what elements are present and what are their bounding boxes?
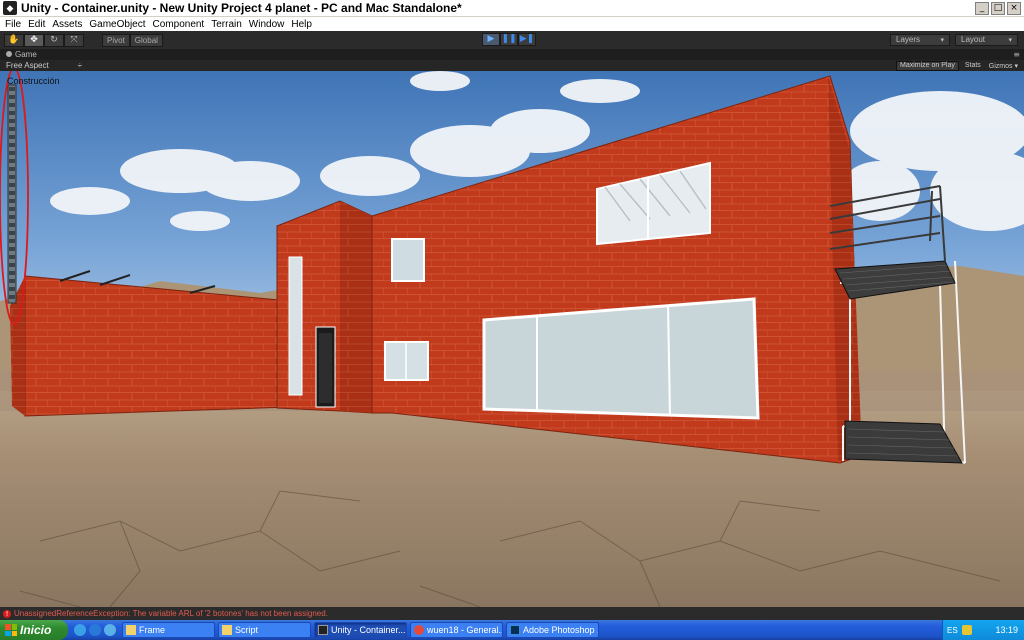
pivot-button[interactable]: Pivot: [102, 33, 130, 47]
menu-edit[interactable]: Edit: [26, 19, 50, 30]
minimize-button[interactable]: _: [975, 1, 989, 15]
window-title-bar: ◆ Unity - Container.unity - New Unity Pr…: [0, 0, 1024, 17]
windows-logo-icon: [5, 624, 17, 636]
quick-launch: [74, 624, 116, 636]
layers-dropdown[interactable]: Layers ▾: [890, 34, 950, 46]
folder-icon: [222, 625, 232, 635]
rotate-icon[interactable]: ↻: [44, 33, 64, 47]
panel-menu-icon[interactable]: ≡: [1013, 50, 1020, 59]
ie-icon[interactable]: [89, 624, 101, 636]
game-panel-controls: Free Aspect ÷ Maximize on Play Stats Giz…: [0, 60, 1024, 71]
task-button-unity[interactable]: Unity - Container....: [314, 622, 407, 638]
photoshop-icon: [510, 625, 520, 635]
language-indicator[interactable]: ES: [947, 626, 958, 635]
start-label: Inicio: [20, 623, 52, 637]
chevron-down-icon: ▾: [940, 36, 944, 44]
menu-component[interactable]: Component: [151, 19, 210, 30]
task-label: Adobe Photoshop ...: [523, 625, 599, 635]
task-button-photoshop[interactable]: Adobe Photoshop ...: [506, 622, 599, 638]
step-icon[interactable]: ▶❚: [518, 33, 536, 46]
play-icon[interactable]: ▶: [482, 33, 500, 46]
gui-label-construccion: Construcción: [7, 76, 60, 86]
error-icon: !: [3, 609, 11, 618]
system-tray: ES 13:19: [942, 620, 1024, 640]
stats-button[interactable]: Stats: [963, 62, 983, 69]
layers-label: Layers: [896, 35, 921, 44]
task-label: Script: [235, 625, 259, 635]
folder-icon: [126, 625, 136, 635]
task-label: Unity - Container....: [331, 625, 407, 635]
status-message[interactable]: UnassignedReferenceException: The variab…: [14, 609, 328, 618]
pause-icon[interactable]: ❚❚: [500, 33, 518, 46]
task-label: wuen18 - General...: [427, 625, 503, 635]
desktop-icon[interactable]: [104, 624, 116, 636]
gizmos-dropdown[interactable]: Gizmos ▾: [987, 62, 1020, 70]
clock[interactable]: 13:19: [995, 625, 1018, 635]
task-button-frame[interactable]: Frame: [122, 622, 215, 638]
menu-assets[interactable]: Assets: [50, 19, 87, 30]
menu-terrain[interactable]: Terrain: [209, 19, 247, 30]
windows-taskbar: Inicio Frame Script Unity - Container...…: [0, 620, 1024, 640]
window-title: Unity - Container.unity - New Unity Proj…: [21, 1, 462, 15]
scale-icon[interactable]: ⤧: [64, 33, 84, 47]
maximize-button[interactable]: □: [991, 1, 1005, 15]
close-button[interactable]: ×: [1007, 1, 1021, 15]
maximize-on-play-button[interactable]: Maximize on Play: [895, 60, 959, 71]
playback-controls: ▶ ❚❚ ▶❚: [482, 33, 536, 46]
aspect-dropdown[interactable]: Free Aspect ÷: [6, 61, 82, 70]
move-icon[interactable]: ✥: [24, 33, 44, 47]
game-tab-icon: [6, 51, 12, 57]
unity-icon: [318, 625, 328, 635]
pivot-toggle-group: Pivot Global: [102, 33, 163, 47]
game-scene-render: [0, 71, 1024, 607]
game-view[interactable]: Construcción: [0, 71, 1024, 607]
global-button[interactable]: Global: [129, 33, 163, 47]
status-bar[interactable]: ! UnassignedReferenceException: The vari…: [0, 607, 1024, 620]
gizmos-label: Gizmos: [988, 62, 1013, 70]
tab-game-label: Game: [15, 50, 37, 59]
task-button-script[interactable]: Script: [218, 622, 311, 638]
tray-app-icon[interactable]: [961, 625, 972, 635]
unity-toolbar: ✋ ✥ ↻ ⤧ Pivot Global ▶ ❚❚ ▶❚ Layers ▾ La…: [0, 31, 1024, 49]
layout-label: Layout: [961, 35, 986, 44]
aspect-arrow-icon: ÷: [77, 61, 82, 70]
tab-game[interactable]: Game: [0, 50, 37, 59]
chrome-icon[interactable]: [74, 624, 86, 636]
transform-tools: ✋ ✥ ↻ ⤧: [4, 33, 84, 47]
start-button[interactable]: Inicio: [0, 620, 68, 640]
layout-dropdown[interactable]: Layout ▾: [955, 34, 1018, 46]
chrome-icon: [414, 625, 424, 635]
task-button-chrome[interactable]: wuen18 - General...: [410, 622, 503, 638]
task-label: Frame: [139, 625, 166, 635]
menu-help[interactable]: Help: [289, 19, 317, 30]
hand-icon[interactable]: ✋: [4, 33, 24, 47]
chevron-down-icon: ▾: [1014, 62, 1018, 70]
game-panel-tabbar: Game ≡: [0, 49, 1024, 60]
menu-gameobject[interactable]: GameObject: [87, 19, 150, 30]
menu-bar: File Edit Assets GameObject Component Te…: [0, 17, 1024, 31]
aspect-label: Free Aspect: [6, 61, 49, 70]
chevron-down-icon: ▾: [1008, 36, 1012, 44]
unity-icon: ◆: [3, 1, 17, 15]
menu-window[interactable]: Window: [247, 19, 290, 30]
menu-file[interactable]: File: [3, 19, 26, 30]
